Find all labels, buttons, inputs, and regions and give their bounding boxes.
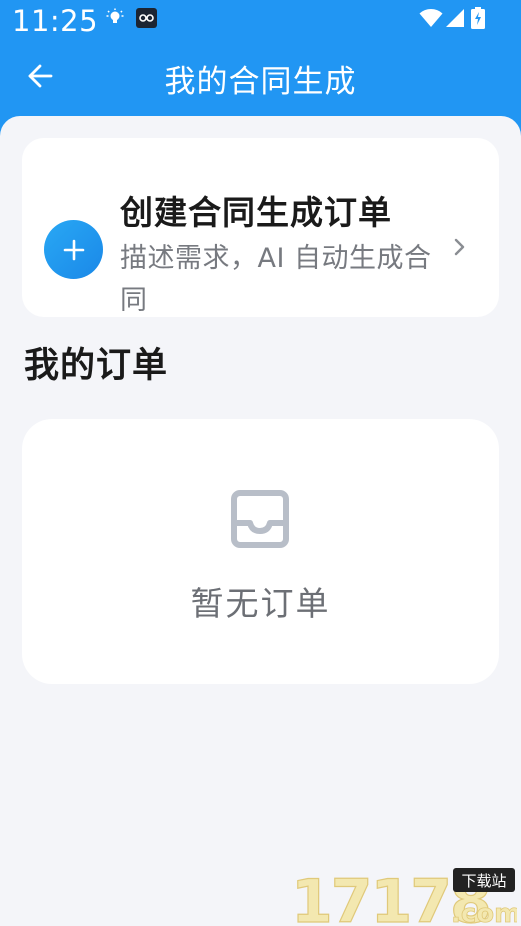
app-bar: 我的合同生成 xyxy=(0,44,521,108)
watermark-badge: 下载站 xyxy=(461,872,506,890)
cell-signal-icon xyxy=(446,9,464,27)
wifi-icon xyxy=(419,9,443,27)
add-button[interactable] xyxy=(44,220,103,279)
page-title: 我的合同生成 xyxy=(164,64,357,100)
plus-icon xyxy=(63,239,84,260)
chevron-right-icon xyxy=(454,238,465,256)
watermark-logo: 17178 下载站 .com xyxy=(291,866,517,926)
content-sheet: 创建合同生成订单 描述需求，AI 自动生成合同 我的订单 暂无订单 xyxy=(0,116,521,926)
battery-charging-icon xyxy=(471,7,485,29)
app-notification-icon xyxy=(136,8,157,28)
orders-empty-card: 暂无订单 xyxy=(22,419,499,684)
lightbulb-icon xyxy=(106,8,124,23)
create-order-title: 创建合同生成订单 xyxy=(120,193,392,232)
inbox-tray-icon xyxy=(231,490,289,548)
screen: 11:25 我的合同生成 创建合同生成订单 描述需求，AI 自动生成合同 我的订… xyxy=(0,0,521,926)
section-title-my-orders: 我的订单 xyxy=(24,346,169,386)
status-icons xyxy=(419,7,485,29)
empty-orders-text: 暂无订单 xyxy=(190,584,331,623)
create-order-card[interactable]: 创建合同生成订单 描述需求，AI 自动生成合同 xyxy=(22,138,499,317)
watermark-suffix: .com xyxy=(451,899,517,926)
create-order-description: 描述需求，AI 自动生成合同 xyxy=(120,243,432,316)
status-bar: 11:25 xyxy=(0,0,521,44)
status-time: 11:25 xyxy=(12,4,99,38)
